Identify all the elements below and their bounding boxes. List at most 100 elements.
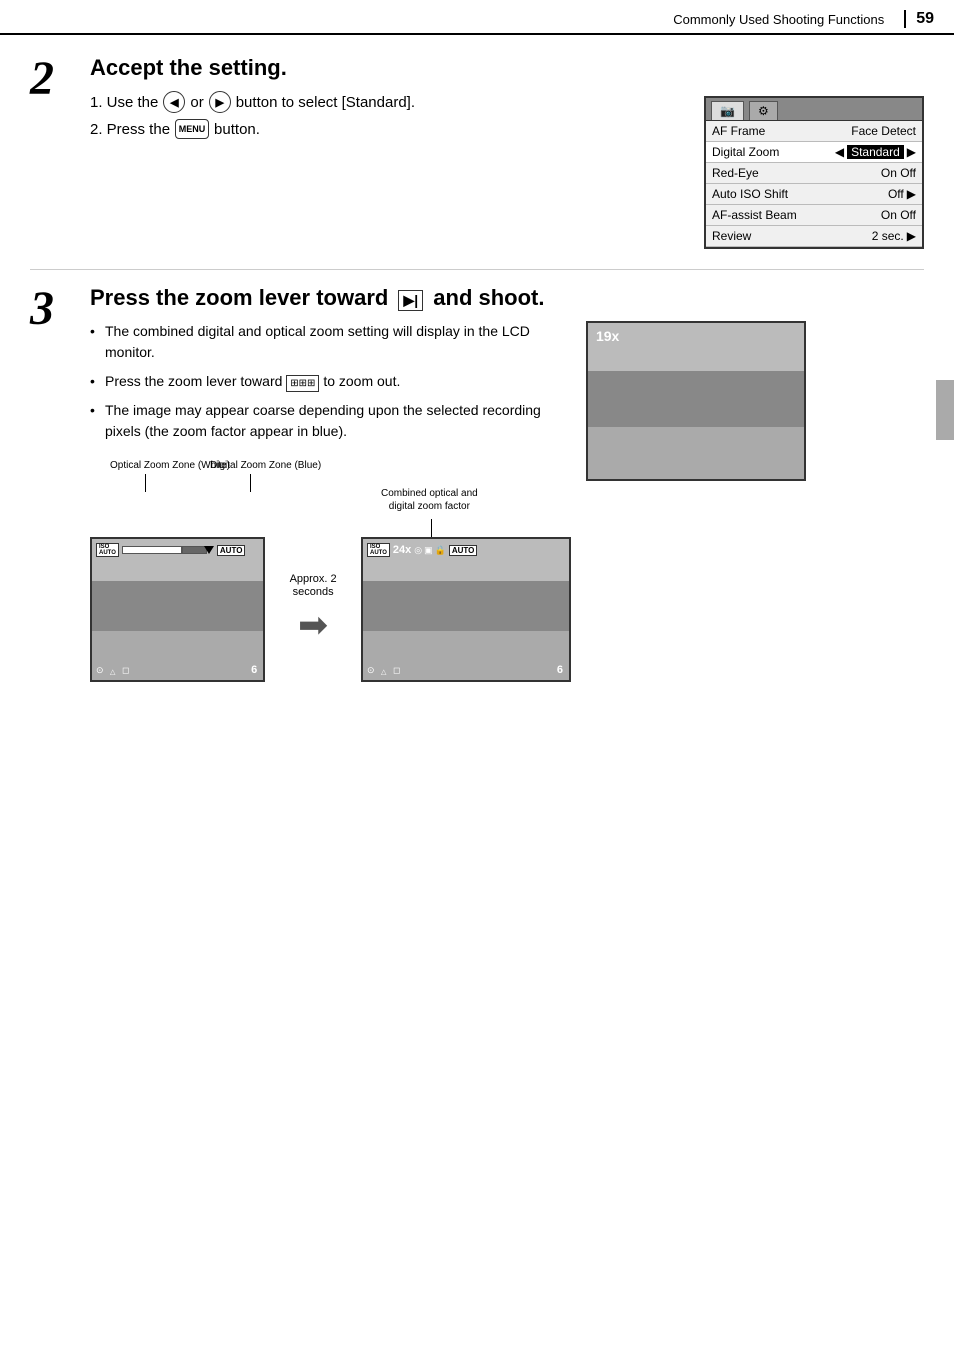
- instr1-or: or: [190, 94, 203, 111]
- row-label-af: AF Frame: [712, 124, 765, 138]
- menu-row-af-frame: AF Frame Face Detect: [706, 121, 922, 142]
- mid-left: [92, 581, 263, 630]
- zoom-left-topbar: ISOAUTO AUTO: [96, 543, 259, 557]
- step-3-body: Press the zoom lever toward ▶| and shoot…: [80, 285, 924, 682]
- rec-icon-left: △: [110, 668, 115, 676]
- right-arrow-icon: ➡: [298, 604, 328, 646]
- menu-row-auto-iso: Auto ISO Shift Off ▶: [706, 184, 922, 205]
- combined-line: [431, 519, 432, 537]
- camera-menu-tabs: 📷 ⚙: [706, 98, 922, 121]
- step3-title-suffix: and shoot.: [433, 285, 544, 310]
- row-value-iso: Off: [888, 187, 904, 201]
- zoom-bar-optical-left: [122, 546, 182, 554]
- auto-badge-left: AUTO: [217, 545, 246, 556]
- step-2-content: 1. Use the ◀ or ▶ button to select [Stan…: [90, 91, 924, 249]
- menu-row-red-eye: Red-Eye On Off: [706, 163, 922, 184]
- instr1-prefix: 1. Use the: [90, 94, 158, 111]
- left-arrow-btn: ◀: [163, 91, 185, 113]
- frame-icon-left: ◻: [122, 665, 129, 676]
- step-2-body: Accept the setting. 1. Use the ◀ or ▶ bu…: [80, 55, 924, 249]
- iso-badge-right: ISOAUTO: [367, 543, 390, 557]
- scene-beach-left: [92, 539, 263, 680]
- row-value-dz-cell: ◀ Standard ▶: [835, 145, 916, 159]
- dz-left-arrow: ◀: [835, 145, 844, 159]
- instruction-1: 1. Use the ◀ or ▶ button to select [Stan…: [90, 91, 684, 113]
- combined-label: Combined optical and digital zoom factor: [381, 487, 478, 513]
- lock-icon-right: 🔒: [435, 545, 446, 556]
- step-2-text: 1. Use the ◀ or ▶ button to select [Stan…: [90, 91, 684, 249]
- camera-tab-settings: ⚙: [749, 101, 778, 120]
- instr2-prefix: 2. Press the: [90, 121, 170, 138]
- menu-row-af-assist: AF-assist Beam On Off: [706, 205, 922, 226]
- row-value-rev: 2 sec.: [872, 229, 904, 243]
- step3-left: The combined digital and optical zoom se…: [90, 321, 571, 682]
- combined-label-line1: Combined optical and: [381, 488, 478, 499]
- camera-menu: 📷 ⚙ AF Frame Face Detect Digital Zoom ◀ …: [704, 96, 924, 249]
- large-preview: 19x: [586, 321, 806, 481]
- row-label-re: Red-Eye: [712, 166, 759, 180]
- right-icons-row: ◎ ▣ 🔒: [414, 545, 446, 556]
- row-value-afb: On Off: [881, 208, 916, 222]
- header-title: Commonly Used Shooting Functions: [673, 12, 884, 27]
- row-value-dz: Standard: [847, 145, 904, 159]
- zoom-24x-label: 24x: [393, 544, 411, 556]
- digital-zone-label: Digital Zoom Zone (Blue): [210, 460, 321, 471]
- step3-content: The combined digital and optical zoom se…: [90, 321, 924, 682]
- instr2-suffix: button.: [214, 121, 260, 138]
- page-num-left: 6: [251, 664, 257, 676]
- step-3-number: 3: [30, 285, 80, 682]
- row-value-af: Face Detect: [851, 124, 916, 138]
- bullet-3: The image may appear coarse depending up…: [90, 400, 571, 442]
- menu-row-review: Review 2 sec. ▶: [706, 226, 922, 247]
- page-number: 59: [916, 10, 934, 28]
- optical-line: [145, 474, 146, 492]
- zoom-diagram-right: ISOAUTO 24x ◎ ▣ 🔒 AUTO: [361, 537, 571, 682]
- rect-icon-right: ▣: [424, 545, 433, 556]
- dz-right-arrow: ▶: [907, 145, 916, 159]
- zoom-diagrams-wrapper: Optical Zoom Zone (White) Digital Zoom Z…: [90, 492, 571, 682]
- scene-beach-right: [363, 539, 569, 680]
- rec-icon-right: △: [381, 668, 386, 676]
- step3-bullet-list: The combined digital and optical zoom se…: [90, 321, 571, 442]
- step-2-title: Accept the setting.: [90, 55, 924, 81]
- iso-right-arrow: ▶: [907, 187, 916, 201]
- bottom-icon-right: ⊙: [367, 665, 375, 676]
- zoom-indicator-left: [204, 546, 214, 554]
- bullet-2-prefix: Press the zoom lever toward: [105, 373, 286, 389]
- menu-button-icon: MENU: [175, 119, 209, 139]
- arrow-diagram: Approx. 2 seconds ➡: [275, 573, 351, 646]
- combined-label-line2: digital zoom factor: [389, 501, 470, 512]
- row-label-dz: Digital Zoom: [712, 145, 779, 159]
- zoom-diagram-left: ISOAUTO AUTO ⊙: [90, 537, 265, 682]
- rev-right-arrow: ▶: [907, 229, 916, 243]
- zoom-labels: Optical Zoom Zone (White) Digital Zoom Z…: [90, 492, 571, 532]
- digital-line: [250, 474, 251, 492]
- zoom-diagram-right-wrapper: Combined optical and digital zoom factor: [361, 537, 571, 682]
- bullet-3-text: The image may appear coarse depending up…: [105, 402, 541, 439]
- frame-icon-right: ◻: [393, 665, 400, 676]
- mid-right: [363, 581, 569, 630]
- right-arrow-btn: ▶: [209, 91, 231, 113]
- zoom-diagrams-row: ISOAUTO AUTO ⊙: [90, 537, 571, 682]
- zoom-overlay-text: 19x: [596, 328, 619, 344]
- camera-tab-camera: 📷: [711, 101, 744, 120]
- step-2-section: 2 Accept the setting. 1. Use the ◀ or ▶ …: [30, 45, 924, 270]
- timer-icon-right: ◎: [414, 545, 422, 556]
- page-header: Commonly Used Shooting Functions 59: [0, 0, 954, 35]
- step-2-number: 2: [30, 55, 80, 249]
- zoom-right-topbar: ISOAUTO 24x ◎ ▣ 🔒 AUTO: [367, 543, 565, 557]
- scene-beach-preview: [588, 323, 806, 481]
- sand-left: [92, 631, 263, 680]
- row-label-iso: Auto ISO Shift: [712, 187, 788, 201]
- bullet-2: Press the zoom lever toward ⊞⊞⊞ to zoom …: [90, 371, 571, 392]
- iso-badge-left: ISOAUTO: [96, 543, 119, 557]
- step3-right: 19x: [586, 321, 924, 682]
- sky-preview: [588, 323, 806, 371]
- zoom-lever-icon: ▶|: [398, 290, 423, 311]
- row-label-rev: Review: [712, 229, 751, 243]
- bullet-2-suffix: to zoom out.: [323, 373, 400, 389]
- instruction-2: 2. Press the MENU button.: [90, 119, 684, 139]
- menu-row-digital-zoom: Digital Zoom ◀ Standard ▶: [706, 142, 922, 163]
- step3-title-main: Press the zoom lever toward: [90, 285, 388, 310]
- instr1-suffix: button to select [Standard].: [236, 94, 415, 111]
